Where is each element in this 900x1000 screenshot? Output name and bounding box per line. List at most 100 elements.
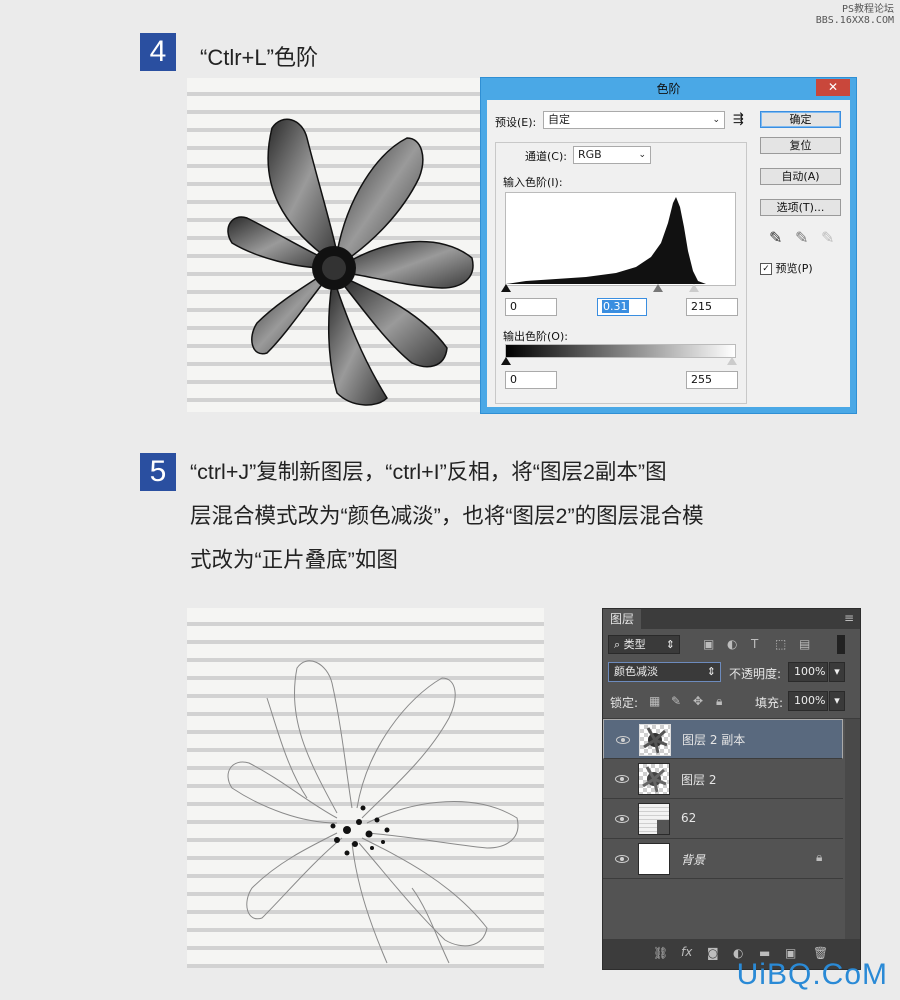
filter-kind-value: 类型	[623, 638, 646, 651]
visibility-eye-icon[interactable]	[615, 855, 629, 863]
opacity-dropdown-button[interactable]: ▾	[829, 662, 845, 682]
preview-checkbox[interactable]: ✓ 预览(P)	[760, 260, 813, 276]
layer-name: 62	[681, 811, 697, 825]
blend-mode-select[interactable]: 颜色减淡 ⇕	[608, 662, 721, 682]
layer-row[interactable]: 图层 2 副本	[603, 719, 843, 759]
adjustment-filter-icon[interactable]: ◐	[727, 637, 737, 651]
layer-row[interactable]: 背景 🔒︎	[603, 839, 843, 879]
input-black-field[interactable]: 0	[505, 298, 557, 316]
visibility-eye-icon[interactable]	[615, 775, 629, 783]
options-button[interactable]: 选项(T)...	[760, 199, 841, 216]
step-5-line-1: “ctrl+J”复制新图层，“ctrl+I”反相，将“图层2副本”图	[190, 460, 667, 484]
flower-bw-drawing	[227, 118, 474, 406]
input-gamma-value: 0.31	[602, 300, 629, 313]
visibility-eye-icon[interactable]	[616, 736, 630, 744]
layer-thumbnail	[638, 763, 670, 795]
scrollbar[interactable]	[845, 719, 860, 939]
preset-select[interactable]: 自定 ⌄	[543, 111, 725, 129]
chevron-down-icon: ⌄	[712, 115, 720, 125]
panel-menu-icon[interactable]: ≡	[844, 611, 854, 625]
flower-thumbnail-graphic	[642, 766, 667, 793]
filter-toggle[interactable]	[837, 635, 845, 654]
layer-name: 图层 2 副本	[682, 733, 746, 747]
opacity-field[interactable]: 100%	[788, 662, 828, 682]
levels-dialog-title: 色阶	[656, 82, 681, 96]
output-black-handle[interactable]	[501, 357, 511, 365]
histogram	[505, 192, 736, 286]
step-4-badge: 4	[140, 33, 176, 71]
smart-object-badge-icon	[657, 820, 669, 834]
close-button[interactable]: ✕	[816, 79, 850, 96]
input-slider-track[interactable]	[501, 284, 734, 294]
preset-value: 自定	[548, 113, 570, 126]
layer-name: 图层 2	[681, 773, 717, 787]
output-white-field[interactable]: 255	[686, 371, 738, 389]
step-5-line-2: 层混合模式改为“颜色减淡”，也将“图层2”的图层混合模	[190, 504, 704, 528]
lock-transparent-icon[interactable]: ▦	[649, 694, 660, 708]
input-white-point-handle[interactable]	[689, 284, 699, 292]
opacity-label: 不透明度:	[729, 667, 782, 681]
channel-label: 通道(C):	[525, 150, 567, 163]
step-4-title: “Ctlr+L”色阶	[200, 45, 318, 70]
flower-sketch-drawing	[227, 660, 519, 964]
checkbox-checked-icon: ✓	[760, 263, 772, 275]
smart-object-filter-icon[interactable]: ▤	[799, 637, 810, 651]
fill-dropdown-button[interactable]: ▾	[829, 691, 845, 711]
white-eyedropper-icon[interactable]: ✎	[821, 228, 834, 247]
channel-value: RGB	[578, 148, 602, 161]
flower-thumbnail-graphic	[643, 727, 668, 754]
watermark-top: PS教程论坛 BBS.16XX8.COM	[816, 4, 894, 26]
chevron-down-icon: ⌄	[638, 150, 646, 160]
filter-kind-select[interactable]: ⌕ 类型 ⇕	[608, 635, 680, 654]
layer-row[interactable]: 图层 2	[603, 759, 843, 799]
lock-position-move-icon[interactable]: ✥	[693, 694, 703, 708]
levels-dialog: 色阶 ✕ 预设(E): 自定 ⌄ ⇶ 通道(C): RGB ⌄ 输入色阶(I):	[480, 77, 857, 414]
link-layers-icon[interactable]: ⛓	[653, 946, 668, 960]
preset-menu-icon[interactable]: ⇶	[733, 112, 744, 127]
channel-select[interactable]: RGB ⌄	[573, 146, 651, 164]
output-white-handle[interactable]	[727, 357, 737, 365]
add-mask-icon[interactable]: ◙	[707, 946, 719, 960]
tab-layers[interactable]: 图层	[603, 609, 641, 629]
output-black-field[interactable]: 0	[505, 371, 557, 389]
pixel-filter-icon[interactable]: ▣	[703, 637, 714, 651]
layers-panel: 图层 ≡ ⌕ 类型 ⇕ ▣ ◐ T ⬚ ▤ 颜色减淡 ⇕ 不透明度: 100% …	[602, 608, 861, 970]
output-levels-label: 输出色阶(O):	[503, 330, 568, 343]
shape-filter-icon[interactable]: ⬚	[775, 637, 786, 651]
lock-icon: 🔒︎	[816, 850, 823, 864]
input-levels-label: 输入色阶(I):	[503, 176, 563, 189]
output-slider-track[interactable]	[501, 357, 737, 367]
output-gradient-bar	[505, 344, 736, 358]
layer-name: 背景	[681, 853, 706, 867]
layer-row[interactable]: 62	[603, 799, 843, 839]
lock-all-icon[interactable]: 🔒︎	[716, 694, 722, 709]
preset-label: 预设(E):	[495, 116, 537, 129]
histogram-graph	[506, 197, 706, 284]
layer-thumbnail	[638, 843, 670, 875]
flower-image-bw	[187, 78, 480, 412]
fill-label: 填充:	[755, 696, 784, 710]
search-icon: ⌕	[614, 638, 624, 651]
lock-label: 锁定:	[610, 696, 639, 710]
auto-button[interactable]: 自动(A)	[760, 168, 841, 185]
levels-dialog-body: 预设(E): 自定 ⌄ ⇶ 通道(C): RGB ⌄ 输入色阶(I): 0 0.…	[487, 100, 850, 407]
gray-eyedropper-icon[interactable]: ✎	[795, 228, 808, 247]
layer-thumbnail	[639, 724, 671, 756]
preview-label: 预览(P)	[775, 262, 813, 275]
black-eyedropper-icon[interactable]: ✎	[769, 228, 782, 247]
input-white-field[interactable]: 215	[686, 298, 738, 316]
reset-button[interactable]: 复位	[760, 137, 841, 154]
fill-field[interactable]: 100%	[788, 691, 828, 711]
step-5-text: “ctrl+J”复制新图层，“ctrl+I”反相，将“图层2副本”图 层混合模式…	[190, 450, 880, 582]
input-black-point-handle[interactable]	[501, 284, 511, 292]
watermark-bottom: UiBQ.CoM	[736, 958, 888, 991]
input-midtone-handle[interactable]	[653, 284, 663, 292]
lock-image-brush-icon[interactable]: ✎	[671, 694, 681, 708]
step-5-badge: 5	[140, 453, 176, 491]
input-gamma-field[interactable]: 0.31	[597, 298, 647, 316]
visibility-eye-icon[interactable]	[615, 815, 629, 823]
ok-button[interactable]: 确定	[760, 111, 841, 128]
type-filter-icon[interactable]: T	[751, 637, 758, 651]
chevron-updown-icon: ⇕	[665, 638, 675, 651]
fx-icon[interactable]: fx	[681, 945, 692, 959]
